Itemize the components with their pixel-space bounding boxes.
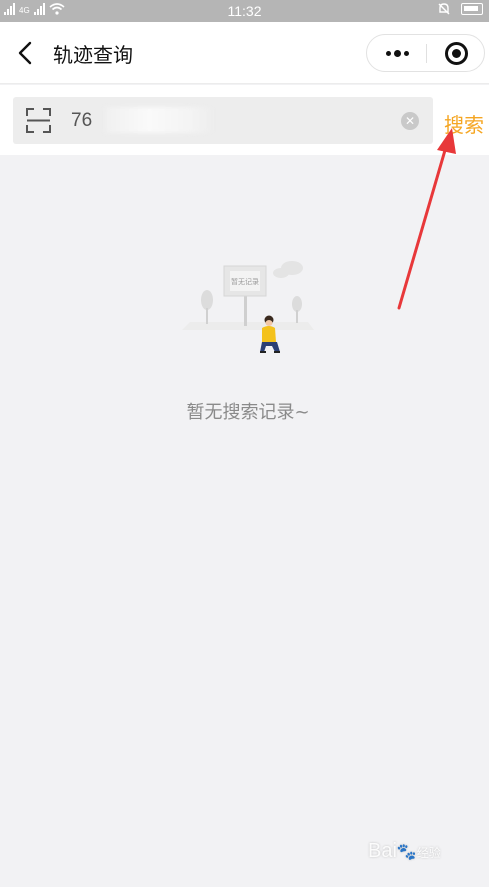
annotation-arrow — [397, 128, 456, 310]
search-input-value: 76 — [71, 110, 93, 131]
more-menu-button[interactable] — [367, 35, 425, 71]
paw-icon: 🐾 — [396, 844, 417, 861]
sign-text: 暂无记录 — [231, 277, 259, 286]
watermark-suffix: 经验 — [416, 846, 441, 860]
back-arrow-icon[interactable] — [14, 40, 38, 66]
dot-icon — [386, 51, 391, 56]
battery-icon — [461, 3, 483, 15]
status-bar: 4G 11:32 — [0, 0, 489, 22]
dot-icon — [394, 50, 401, 57]
close-mini-program-icon[interactable] — [445, 42, 468, 65]
baidu-watermark: Bai🐾经验 — [368, 840, 441, 863]
nav-bar: 轨迹查询 — [0, 22, 489, 84]
capsule-divider — [426, 44, 427, 63]
redacted-blur — [105, 107, 215, 133]
status-time: 11:32 — [227, 3, 262, 19]
empty-state-message: 暂无搜索记录~ — [186, 402, 310, 423]
status-right — [437, 2, 483, 16]
mute-bell-icon — [438, 3, 450, 15]
scan-icon[interactable] — [26, 108, 51, 133]
empty-state-illustration: 暂无记录 — [182, 261, 314, 353]
watermark-text: Bai — [368, 840, 397, 862]
mini-program-capsule — [366, 34, 485, 72]
page-title: 轨迹查询 — [53, 43, 133, 67]
dot-icon — [404, 51, 409, 56]
search-input[interactable]: 76 ✕ — [13, 97, 433, 144]
